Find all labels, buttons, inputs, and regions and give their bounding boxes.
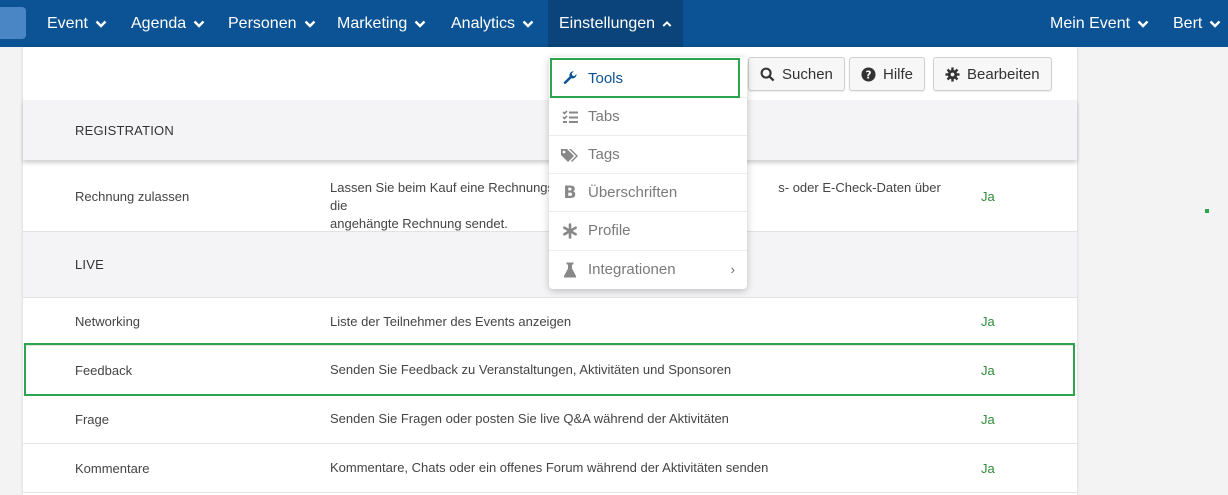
- chevron-up-icon: [662, 20, 672, 27]
- menu-item-label: Überschriften: [588, 184, 678, 201]
- nav-einstellungen-label: Einstellungen: [559, 14, 656, 32]
- setting-description: Senden Sie Feedback zu Veranstaltungen, …: [330, 362, 732, 377]
- table-row[interactable]: Frage Senden Sie Fragen oder posten Sie …: [23, 394, 1077, 443]
- nav-einstellungen[interactable]: Einstellungen: [548, 0, 683, 47]
- settings-dropdown-menu: Tools Tabs Tags B Überschriften Profile …: [549, 57, 747, 289]
- menu-item-label: Tools: [588, 69, 624, 87]
- svg-text:?: ?: [866, 69, 872, 81]
- setting-value: Ja: [981, 314, 995, 329]
- setting-name: Networking: [75, 314, 141, 329]
- menu-item-tags[interactable]: Tags: [549, 135, 747, 173]
- chevron-down-icon: [1209, 20, 1221, 28]
- search-button-label: Suchen: [782, 65, 833, 83]
- setting-value: Ja: [981, 411, 995, 427]
- nav-marketing[interactable]: Marketing: [326, 0, 437, 47]
- table-row[interactable]: Networking Liste der Teilnehmer des Even…: [23, 297, 1077, 345]
- flask-icon: [560, 262, 580, 278]
- menu-item-label: Tabs: [588, 108, 620, 125]
- edit-button-label: Bearbeiten: [967, 65, 1040, 83]
- question-circle-icon: ?: [861, 66, 876, 82]
- top-navigation-bar: Event Agenda Personen Marketing Analytic…: [0, 0, 1228, 47]
- nav-event-label: Event: [47, 14, 88, 32]
- green-marker-dot: [1205, 209, 1209, 213]
- menu-item-integrationen[interactable]: Integrationen ›: [549, 250, 747, 288]
- section-title: LIVE: [75, 257, 104, 272]
- wrench-icon: [560, 70, 580, 86]
- nav-mein-event-label: Mein Event: [1050, 14, 1131, 32]
- nav-marketing-label: Marketing: [337, 14, 408, 32]
- nav-personen-label: Personen: [228, 14, 297, 32]
- nav-user-menu[interactable]: Bert: [1162, 0, 1228, 47]
- menu-item-label: Tags: [588, 146, 620, 163]
- setting-description: Liste der Teilnehmer des Events anzeigen: [330, 313, 572, 329]
- menu-item-tabs[interactable]: Tabs: [549, 97, 747, 135]
- chevron-down-icon: [522, 20, 534, 28]
- nav-home-button[interactable]: [0, 7, 26, 39]
- setting-name: Feedback: [75, 362, 133, 378]
- nav-agenda[interactable]: Agenda: [120, 0, 216, 47]
- nav-analytics[interactable]: Analytics: [440, 0, 545, 47]
- nav-personen[interactable]: Personen: [217, 0, 327, 47]
- chevron-down-icon: [95, 20, 107, 28]
- asterisk-icon: [560, 222, 580, 239]
- chevron-down-icon: [193, 20, 205, 28]
- edit-button[interactable]: Bearbeiten: [933, 57, 1052, 91]
- search-button[interactable]: Suchen: [748, 57, 845, 91]
- search-icon: [760, 67, 775, 81]
- list-check-icon: [560, 109, 580, 124]
- setting-name: Frage: [75, 411, 109, 427]
- menu-item-tools[interactable]: Tools: [549, 59, 747, 97]
- nav-agenda-label: Agenda: [131, 14, 187, 32]
- help-button-label: Hilfe: [883, 65, 914, 83]
- help-button[interactable]: ? Hilfe: [849, 57, 926, 91]
- menu-item-ueberschriften[interactable]: B Überschriften: [549, 173, 747, 211]
- nav-mein-event[interactable]: Mein Event: [1039, 0, 1160, 47]
- gear-icon: [945, 66, 960, 82]
- setting-name: Rechnung zulassen: [75, 189, 190, 204]
- setting-value: Ja: [981, 189, 995, 204]
- section-title: REGISTRATION: [75, 122, 174, 138]
- nav-event[interactable]: Event: [36, 0, 118, 47]
- nav-analytics-label: Analytics: [451, 14, 516, 32]
- table-row[interactable]: Kommentare Kommentare, Chats oder ein of…: [23, 443, 1077, 492]
- menu-item-label: Integrationen: [588, 261, 676, 278]
- chevron-down-icon: [304, 20, 315, 28]
- nav-user-label: Bert: [1173, 14, 1203, 32]
- table-row[interactable]: Feedback Senden Sie Feedback zu Veransta…: [23, 345, 1077, 394]
- setting-description-part: Lassen Sie beim Kauf eine Rechnungse: [330, 180, 562, 195]
- setting-value: Ja: [981, 362, 995, 378]
- chevron-right-icon: ›: [730, 262, 735, 277]
- setting-name: Kommentare: [75, 460, 150, 476]
- bold-icon: B: [563, 182, 577, 203]
- setting-description: Kommentare, Chats oder ein offenes Forum…: [330, 460, 769, 475]
- tags-icon: [560, 147, 580, 163]
- chevron-down-icon: [1137, 20, 1149, 28]
- menu-item-profile[interactable]: Profile: [549, 211, 747, 249]
- chevron-down-icon: [414, 20, 426, 28]
- setting-value: Ja: [981, 460, 995, 476]
- setting-description: Senden Sie Fragen oder posten Sie live Q…: [330, 411, 729, 426]
- menu-item-label: Profile: [588, 222, 631, 239]
